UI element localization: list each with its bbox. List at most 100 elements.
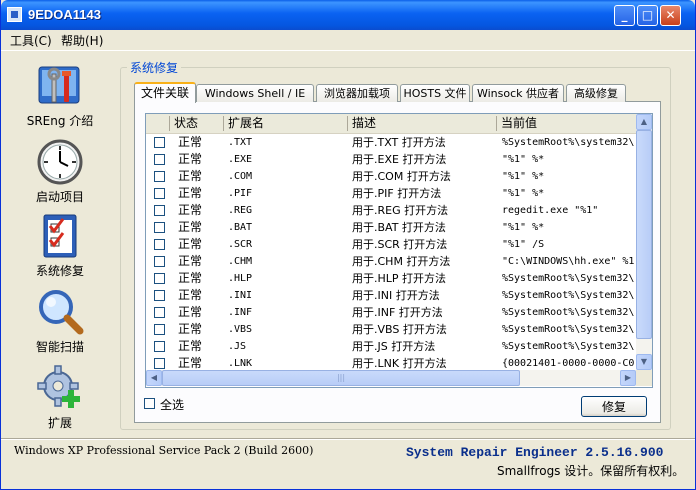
table-row[interactable]: 正常 .INF 用于.INF 打开方法 %SystemRoot%\System32\ — [146, 304, 636, 321]
row-checkbox[interactable] — [154, 256, 165, 267]
table-row[interactable]: 正常 .COM 用于.COM 打开方法 "%1" %* — [146, 168, 636, 185]
list-rows: 正常 .TXT 用于.TXT 打开方法 %SystemRoot%\system32\ 正… — [146, 134, 636, 372]
main-window: 9EDOA1143 _ □ ✕ 工具(C) 帮助(H) SREng 介绍 启动项… — [0, 0, 696, 490]
row-description: 用于.BAT 打开方法 — [352, 221, 446, 234]
row-checkbox[interactable] — [154, 273, 165, 284]
row-checkbox[interactable] — [154, 188, 165, 199]
group-title: 系统修复 — [127, 59, 182, 76]
table-row[interactable]: 正常 .VBS 用于.VBS 打开方法 %SystemRoot%\System32\ — [146, 321, 636, 338]
row-checkbox[interactable] — [154, 307, 165, 318]
table-row[interactable]: 正常 .JS 用于.JS 打开方法 %SystemRoot%\System32\ — [146, 338, 636, 355]
product-name-version: System Repair Engineer 2.5.16.900 — [406, 445, 664, 460]
header-checkbox-col[interactable] — [146, 116, 170, 131]
row-status: 正常 — [178, 271, 203, 285]
header-status[interactable]: 状态 — [170, 116, 224, 131]
row-status: 正常 — [178, 203, 203, 217]
table-row[interactable]: 正常 .CHM 用于.CHM 打开方法 "C:\WINDOWS\hh.exe" %1 — [146, 253, 636, 270]
header-description[interactable]: 描述 — [348, 116, 497, 131]
row-status: 正常 — [178, 186, 203, 200]
row-extension: .EXE — [228, 154, 253, 165]
row-checkbox[interactable] — [154, 205, 165, 216]
title-bar[interactable]: 9EDOA1143 _ □ ✕ — [1, 0, 695, 30]
row-status: 正常 — [178, 220, 203, 234]
row-status: 正常 — [178, 254, 203, 268]
row-checkbox[interactable] — [154, 341, 165, 352]
table-row[interactable]: 正常 .TXT 用于.TXT 打开方法 %SystemRoot%\system32\ — [146, 134, 636, 151]
window-title: 9EDOA1143 — [28, 7, 101, 22]
row-checkbox[interactable] — [154, 290, 165, 301]
row-checkbox[interactable] — [154, 324, 165, 335]
scroll-down-button[interactable]: ▼ — [636, 354, 652, 370]
row-extension: .CHM — [228, 256, 253, 267]
nav-label: 智能扫描 — [35, 340, 84, 354]
row-status: 正常 — [178, 322, 203, 336]
row-checkbox[interactable] — [154, 154, 165, 165]
nav-extensions[interactable]: 扩展 — [15, 364, 105, 431]
header-extension[interactable]: 扩展名 — [224, 116, 348, 131]
table-row[interactable]: 正常 .BAT 用于.BAT 打开方法 "%1" %* — [146, 219, 636, 236]
header-current-value[interactable]: 当前值 — [497, 116, 636, 131]
horizontal-scroll-thumb[interactable]: ||| — [162, 370, 520, 386]
row-extension: .INI — [228, 290, 253, 301]
scroll-right-button[interactable]: ▶ — [620, 370, 636, 386]
nav-sreng-intro[interactable]: SREng 介绍 — [15, 62, 105, 129]
tools-icon — [36, 62, 84, 110]
scroll-up-button[interactable]: ▲ — [636, 114, 652, 130]
row-current-value: %SystemRoot%\System32\ — [502, 341, 635, 352]
close-button[interactable]: ✕ — [660, 5, 681, 26]
vertical-scroll-thumb[interactable] — [636, 130, 652, 339]
table-row[interactable]: 正常 .REG 用于.REG 打开方法 regedit.exe "%1" — [146, 202, 636, 219]
gear-plus-icon — [36, 364, 84, 412]
tab-browser-addons[interactable]: 浏览器加载项 — [316, 84, 398, 102]
table-row[interactable]: 正常 .PIF 用于.PIF 打开方法 "%1" %* — [146, 185, 636, 202]
row-extension: .JS — [228, 341, 247, 352]
menu-tools[interactable]: 工具(C) — [10, 32, 52, 49]
minimize-button[interactable]: _ — [614, 5, 635, 26]
row-description: 用于.SCR 打开方法 — [352, 238, 448, 251]
row-extension: .INF — [228, 307, 253, 318]
table-row[interactable]: 正常 .INI 用于.INI 打开方法 %SystemRoot%\System32\ — [146, 287, 636, 304]
row-current-value: "%1" %* — [502, 222, 545, 233]
row-description: 用于.PIF 打开方法 — [352, 187, 442, 200]
row-checkbox[interactable] — [154, 358, 165, 369]
nav-system-repair[interactable]: 系统修复 — [15, 212, 105, 279]
row-checkbox[interactable] — [154, 171, 165, 182]
nav-smart-scan[interactable]: 智能扫描 — [15, 288, 105, 355]
select-all-label: 全选 — [160, 398, 185, 412]
nav-label: 启动项目 — [35, 190, 84, 204]
row-extension: .HLP — [228, 273, 253, 284]
row-description: 用于.EXE 打开方法 — [352, 153, 447, 166]
magnifier-icon — [36, 288, 84, 336]
row-status: 正常 — [178, 237, 203, 251]
tab-file-association[interactable]: 文件关联 — [134, 82, 196, 103]
row-current-value: regedit.exe "%1" — [502, 205, 599, 216]
row-description: 用于.REG 打开方法 — [352, 204, 449, 217]
clock-icon — [36, 138, 84, 186]
row-extension: .TXT — [228, 137, 253, 148]
tab-hosts-file[interactable]: HOSTS 文件 — [400, 84, 470, 102]
repair-button[interactable]: 修复 — [581, 396, 647, 417]
scroll-left-button[interactable]: ◀ — [146, 370, 162, 386]
vertical-scrollbar[interactable]: ▲ ▼ — [636, 114, 652, 370]
maximize-button[interactable]: □ — [637, 5, 658, 26]
table-row[interactable]: 正常 .EXE 用于.EXE 打开方法 "%1" %* — [146, 151, 636, 168]
row-description: 用于.INI 打开方法 — [352, 289, 440, 302]
row-description: 用于.INF 打开方法 — [352, 306, 443, 319]
table-row[interactable]: 正常 .HLP 用于.HLP 打开方法 %SystemRoot%\System32\ — [146, 270, 636, 287]
file-association-list[interactable]: 状态 扩展名 描述 当前值 正常 .TXT 用于.TXT 打开方法 %SystemRo… — [145, 113, 653, 388]
menu-help[interactable]: 帮助(H) — [61, 32, 103, 49]
tab-windows-shell-ie[interactable]: Windows Shell / IE — [196, 84, 314, 102]
row-checkbox[interactable] — [154, 239, 165, 250]
row-status: 正常 — [178, 339, 203, 353]
row-current-value: %SystemRoot%\System32\ — [502, 290, 635, 301]
app-icon — [7, 7, 22, 22]
table-row[interactable]: 正常 .SCR 用于.SCR 打开方法 "%1" /S — [146, 236, 636, 253]
select-all-box[interactable] — [144, 398, 155, 409]
row-checkbox[interactable] — [154, 137, 165, 148]
tab-advanced-repair[interactable]: 高级修复 — [566, 84, 626, 102]
nav-startup-items[interactable]: 启动项目 — [15, 138, 105, 205]
os-info: Windows XP Professional Service Pack 2 (… — [14, 444, 314, 457]
row-checkbox[interactable] — [154, 222, 165, 233]
tab-winsock-providers[interactable]: Winsock 供应者 — [472, 84, 564, 102]
horizontal-scrollbar[interactable]: ◀ ||| ▶ — [146, 370, 636, 386]
